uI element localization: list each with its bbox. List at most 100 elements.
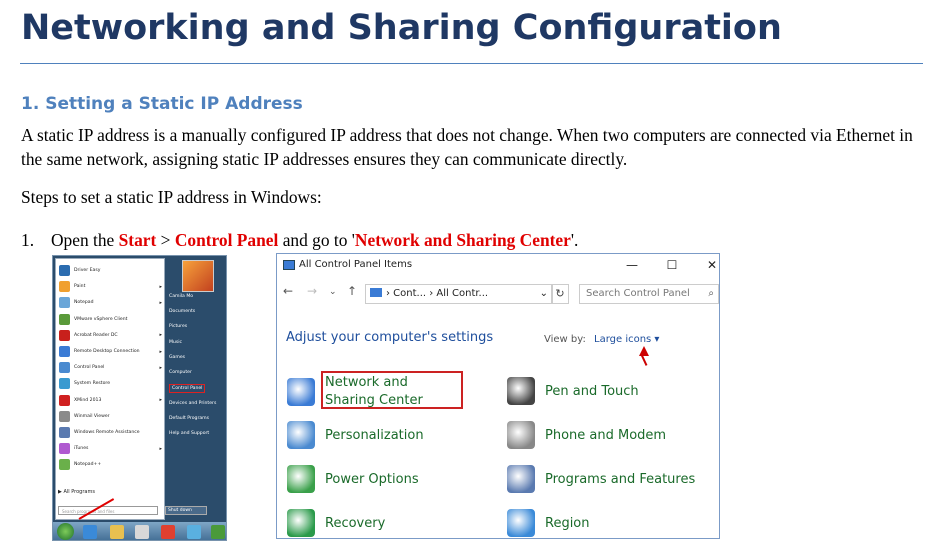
cp-item-label: Power Options: [325, 471, 419, 487]
pen-icon: [507, 377, 535, 405]
start-menu-place[interactable]: Control Panel: [169, 383, 206, 393]
start-menu-place[interactable]: Computer: [169, 370, 192, 375]
view-by-dropdown[interactable]: Large icons ▾: [594, 334, 659, 345]
phone-icon: [507, 421, 535, 449]
start-menu-place[interactable]: Devices and Printers: [169, 401, 216, 406]
maximize-button[interactable]: ☐: [659, 256, 685, 274]
start-menu-item[interactable]: Paint ▸: [59, 279, 162, 294]
address-dropdown-icon[interactable]: ⌄: [540, 285, 548, 303]
start-menu-item[interactable]: System Restore: [59, 376, 162, 391]
title-divider: [20, 63, 923, 64]
cp-item[interactable]: Pen and Touch: [507, 377, 639, 405]
up-arrow-icon[interactable]: ↑: [347, 284, 357, 298]
address-path: › Cont... › All Contr...: [386, 288, 489, 299]
start-menu-place-label: Devices and Printers: [169, 400, 217, 406]
back-arrow-icon[interactable]: ←: [283, 284, 293, 298]
start-menu-item[interactable]: iTunes ▸: [59, 441, 162, 456]
address-bar[interactable]: › Cont... › All Contr... ⌄: [365, 284, 553, 304]
cp-item[interactable]: Phone and Modem: [507, 421, 666, 449]
step-text-end: '.: [570, 230, 579, 250]
program-icon: [59, 313, 70, 325]
step-number: 1.: [21, 230, 35, 250]
highlight-box: [321, 371, 463, 409]
user-name[interactable]: Camila Mo: [169, 294, 193, 299]
step-text-go: and go to ': [278, 230, 355, 250]
power-icon: [287, 465, 315, 493]
start-menu-place-label: Help and Support: [169, 431, 210, 437]
start-menu-item[interactable]: Windows Remote Assistance: [59, 425, 162, 440]
step-text-open: Open the: [51, 230, 119, 250]
start-menu-place-label: Music: [169, 339, 183, 345]
start-menu-item[interactable]: VMware vSphere Client: [59, 312, 162, 327]
forward-arrow-icon[interactable]: →: [307, 284, 317, 298]
chrome-icon[interactable]: [161, 525, 175, 539]
cp-item[interactable]: Programs and Features: [507, 465, 695, 493]
control-panel-keyword: Control Panel: [174, 230, 279, 250]
program-icon: [59, 378, 70, 390]
start-menu-item-label: VMware vSphere Client: [74, 316, 128, 322]
start-menu-programs: Driver Easy Paint ▸ Notepad ▸ VMware vSphere …: [55, 258, 165, 520]
network-icon: [287, 378, 315, 406]
start-menu-item[interactable]: Notepad ▸: [59, 295, 162, 310]
ie-icon[interactable]: [83, 525, 97, 539]
cp-item[interactable]: Personalization: [287, 421, 424, 449]
personalization-icon: [287, 421, 315, 449]
start-menu-place[interactable]: Games: [169, 355, 185, 360]
start-menu-item[interactable]: Acrobat Reader DC ▸: [59, 328, 162, 343]
user-avatar: [182, 260, 214, 292]
start-menu-place[interactable]: Pictures: [169, 324, 187, 329]
refresh-button[interactable]: ↻: [551, 284, 569, 304]
search-icon: ⌕: [708, 288, 714, 299]
start-menu-item-label: Control Panel: [74, 365, 105, 371]
region-icon: [507, 509, 535, 537]
start-menu-item-label: Notepad: [74, 300, 94, 306]
all-programs-label[interactable]: ▶ All Programs: [58, 489, 95, 495]
explorer-icon[interactable]: [110, 525, 124, 539]
minimize-button[interactable]: —: [619, 256, 645, 274]
program-icon: [59, 394, 70, 406]
start-menu-place-label: Pictures: [169, 324, 188, 330]
app-icon[interactable]: [187, 525, 201, 539]
submenu-arrow-icon: ▸: [159, 348, 162, 355]
start-menu-place-label: Documents: [169, 309, 196, 314]
cp-item-label: Region: [545, 515, 590, 531]
start-menu-item[interactable]: Remote Desktop Connection ▸: [59, 344, 162, 359]
program-icon: [59, 459, 70, 471]
window-title: All Control Panel Items: [299, 259, 413, 270]
start-menu-place[interactable]: Help and Support: [169, 431, 209, 436]
start-orb-icon[interactable]: [57, 523, 74, 540]
control-panel-screenshot: All Control Panel Items — ☐ ✕ ← → ⌄ ↑ › …: [276, 253, 720, 539]
program-icon: [59, 297, 70, 309]
start-menu-item[interactable]: Control Panel ▸: [59, 360, 162, 375]
cp-item[interactable]: Region: [507, 509, 590, 537]
start-menu-place[interactable]: Documents: [169, 309, 195, 314]
history-dropdown-icon[interactable]: ⌄: [329, 287, 337, 297]
cp-item[interactable]: Power Options: [287, 465, 419, 493]
start-menu-item-label: XMind 2013: [74, 397, 102, 403]
submenu-arrow-icon: ▸: [159, 397, 162, 404]
start-search-input[interactable]: Search programs and files: [58, 506, 158, 515]
start-menu-item[interactable]: Winmail Viewer: [59, 409, 162, 424]
window-icon[interactable]: [135, 525, 149, 539]
steps-intro: Steps to set a static IP address in Wind…: [21, 187, 322, 207]
start-menu-place[interactable]: Default Programs: [169, 416, 209, 421]
search-input[interactable]: Search Control Panel ⌕: [579, 284, 719, 304]
start-menu-place[interactable]: Music: [169, 340, 182, 345]
start-menu-screenshot: Driver Easy Paint ▸ Notepad ▸ VMware vSphere …: [52, 255, 227, 541]
shutdown-button[interactable]: Shut down: [165, 506, 207, 515]
cp-item[interactable]: Recovery: [287, 509, 385, 537]
view-by-label: View by:: [544, 334, 586, 345]
cp-item-label: Pen and Touch: [545, 383, 639, 399]
start-menu-item[interactable]: XMind 2013 ▸: [59, 393, 162, 408]
start-menu-item[interactable]: Notepad++: [59, 457, 162, 472]
start-menu-place-label: Control Panel: [169, 383, 206, 393]
notepadpp-icon[interactable]: [211, 525, 225, 539]
start-menu-item-label: iTunes: [74, 446, 89, 452]
cp-item-label: Recovery: [325, 515, 386, 531]
start-menu-item[interactable]: Driver Easy: [59, 263, 162, 278]
start-menu-item-label: Driver Easy: [74, 268, 101, 273]
section-heading: 1. Setting a Static IP Address: [21, 94, 303, 114]
cp-item-label: Programs and Features: [545, 471, 696, 487]
close-button[interactable]: ✕: [699, 256, 719, 274]
address-folder-icon: [370, 288, 382, 297]
